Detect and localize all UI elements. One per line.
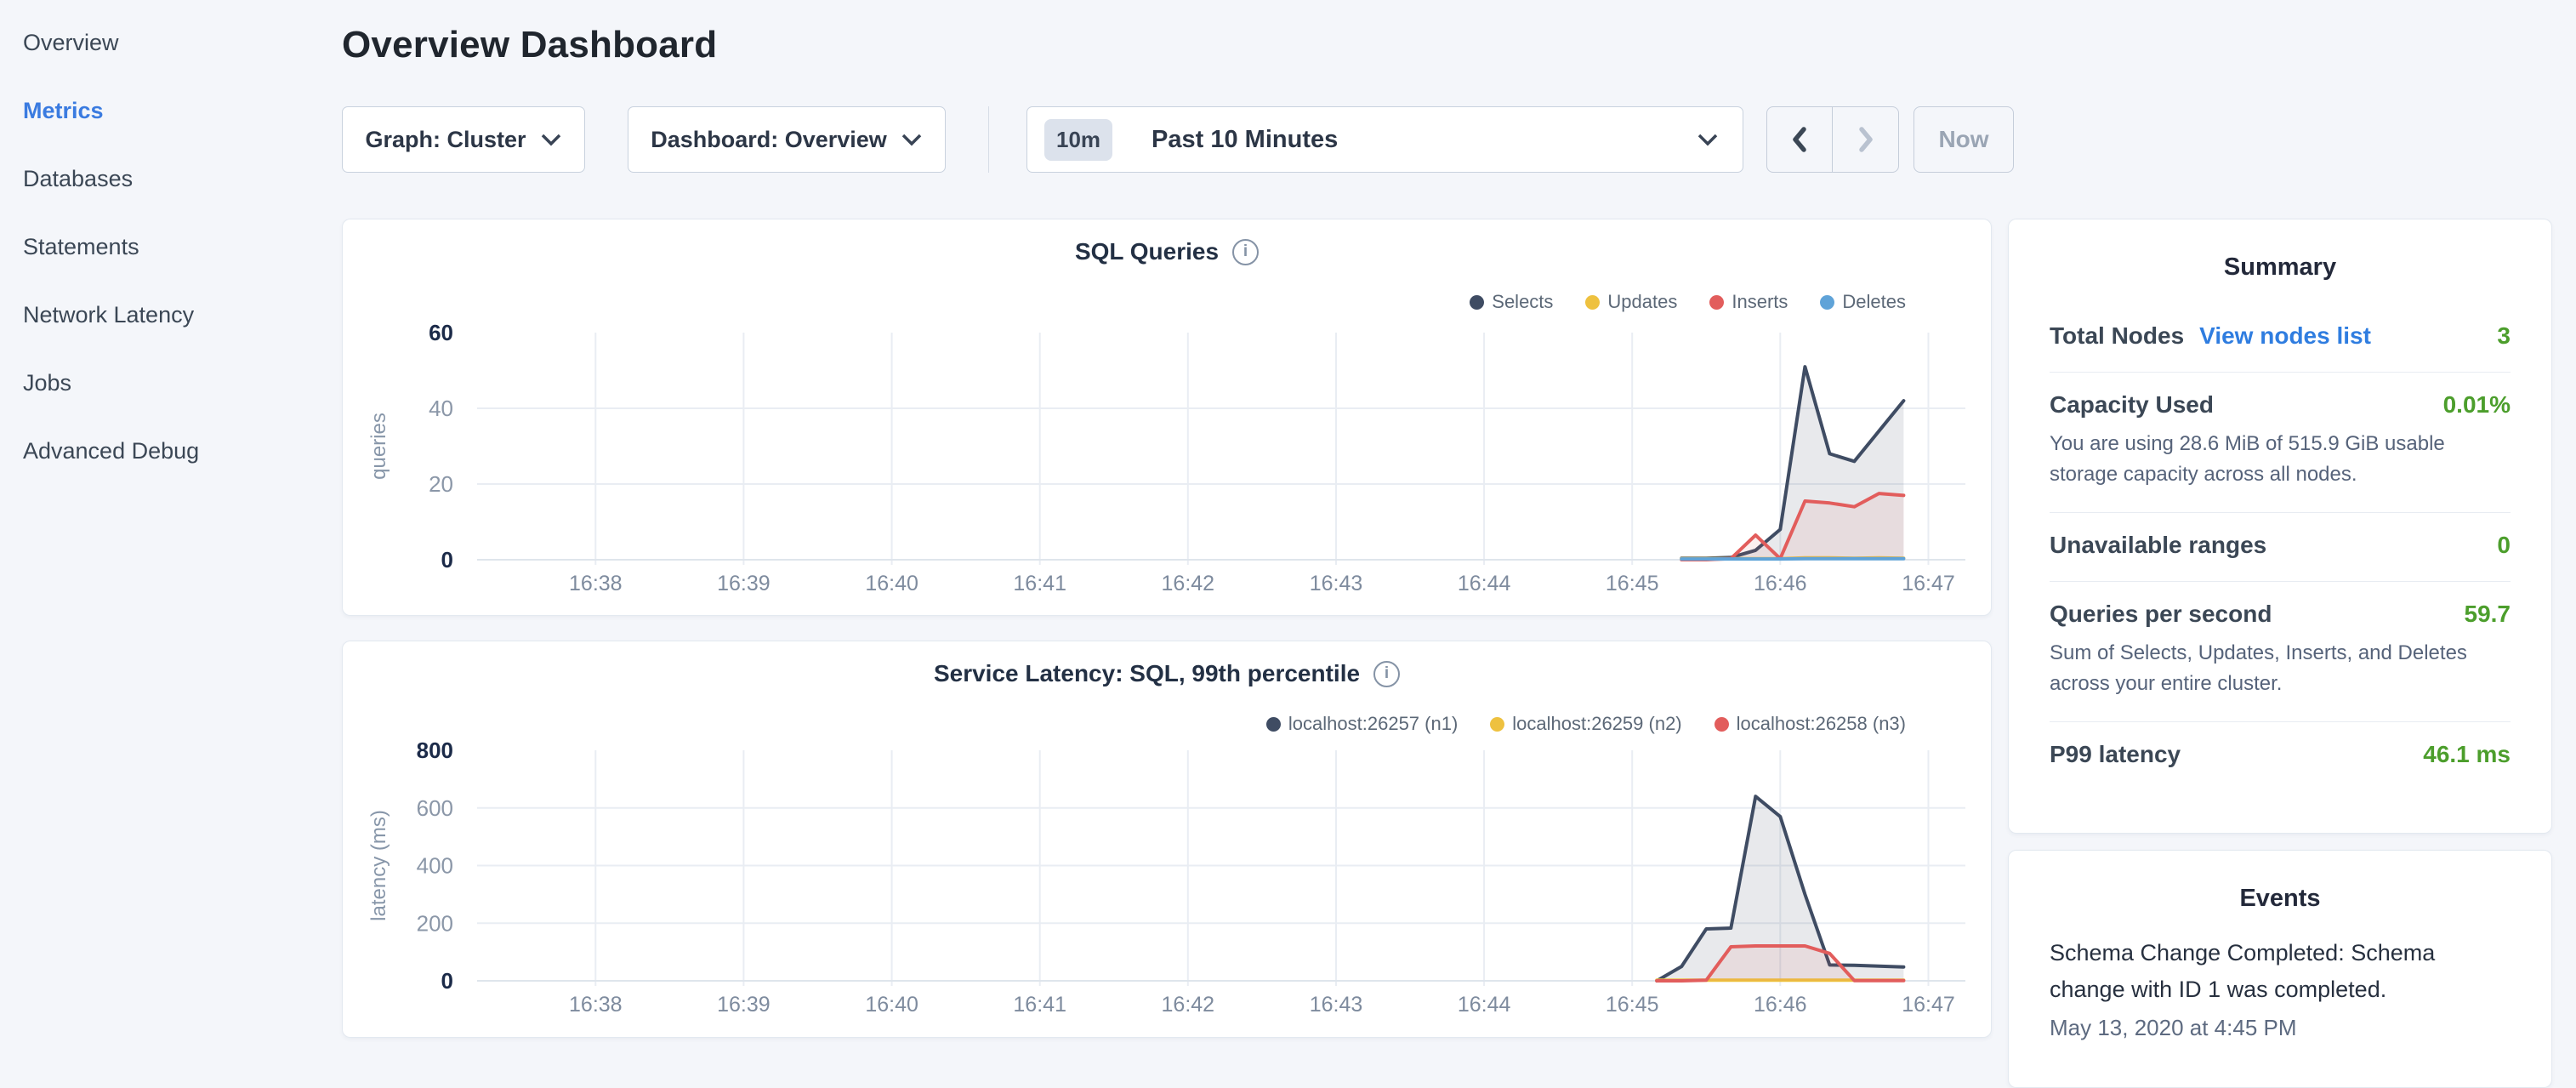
svg-text:800: 800 xyxy=(417,738,453,763)
sql-queries-chart: 16:38 16:39 16:40 16:41 16:42 16:43 16:44 16:45… xyxy=(343,219,1993,617)
summary-label: Unavailable ranges xyxy=(2050,532,2266,559)
svg-text:16:44: 16:44 xyxy=(1458,572,1511,595)
svg-text:16:47: 16:47 xyxy=(1902,993,1955,1017)
graph-scope-dropdown[interactable]: Graph: Cluster xyxy=(342,106,585,173)
summary-label: Total Nodes xyxy=(2050,322,2184,350)
svg-text:16:39: 16:39 xyxy=(717,993,771,1017)
svg-text:16:45: 16:45 xyxy=(1606,993,1659,1017)
svg-text:60: 60 xyxy=(429,320,453,345)
summary-value: 46.1 ms xyxy=(2423,741,2511,768)
svg-text:16:43: 16:43 xyxy=(1310,572,1363,595)
svg-text:16:42: 16:42 xyxy=(1162,993,1215,1017)
svg-text:16:40: 16:40 xyxy=(865,993,918,1017)
summary-row: Capacity Used 0.01% You are using 28.6 MiB… xyxy=(2050,373,2511,513)
summary-description: You are using 28.6 MiB of 515.9 GiB usab… xyxy=(2050,429,2511,490)
chevron-down-icon xyxy=(540,133,562,146)
svg-text:16:40: 16:40 xyxy=(865,572,918,595)
svg-text:20: 20 xyxy=(429,471,453,497)
sql-queries-card: SQL Queries i SelectsUpdatesInsertsDelet… xyxy=(342,219,1992,616)
svg-text:600: 600 xyxy=(417,795,453,821)
chevron-left-icon xyxy=(1793,127,1806,152)
service-latency-chart: 16:38 16:39 16:40 16:41 16:42 16:43 16:44 16:45… xyxy=(343,641,1993,1039)
summary-value: 3 xyxy=(2497,322,2511,350)
svg-text:latency (ms): latency (ms) xyxy=(367,810,390,921)
sidebar-item-metrics[interactable]: Metrics xyxy=(0,77,340,145)
summary-title: Summary xyxy=(2009,219,2551,282)
time-step-buttons xyxy=(1766,106,1899,173)
sidebar-nav: OverviewMetricsDatabasesStatementsNetwor… xyxy=(0,0,340,1051)
chevron-down-icon xyxy=(1697,133,1719,146)
summary-row: Queries per second 59.7 Sum of Selects, Up… xyxy=(2050,582,2511,722)
time-prev-button[interactable] xyxy=(1767,107,1833,172)
event-message[interactable]: Schema Change Completed: Schema change w… xyxy=(2050,935,2511,1008)
svg-text:queries: queries xyxy=(367,413,390,480)
svg-text:16:38: 16:38 xyxy=(569,572,623,595)
events-title: Events xyxy=(2009,851,2551,913)
summary-description: Sum of Selects, Updates, Inserts, and De… xyxy=(2050,638,2511,699)
summary-value: 0 xyxy=(2497,532,2511,559)
svg-text:16:41: 16:41 xyxy=(1013,572,1066,595)
sidebar-item-advanced-debug[interactable]: Advanced Debug xyxy=(0,417,340,485)
chevron-right-icon xyxy=(1859,127,1873,152)
svg-text:16:47: 16:47 xyxy=(1902,572,1955,595)
summary-row: Total Nodes View nodes list 3 xyxy=(2050,304,2511,373)
time-range-badge: 10m xyxy=(1044,119,1112,161)
svg-text:16:45: 16:45 xyxy=(1606,572,1659,595)
page-title: Overview Dashboard xyxy=(342,24,717,66)
svg-text:200: 200 xyxy=(417,910,453,936)
now-button[interactable]: Now xyxy=(1914,106,2014,173)
overview-dashboard-page: { "sidebar": { "items": [ { "label": "Ov… xyxy=(0,0,2576,1051)
svg-text:40: 40 xyxy=(429,396,453,421)
svg-text:16:44: 16:44 xyxy=(1458,993,1511,1017)
svg-text:16:41: 16:41 xyxy=(1013,993,1066,1017)
svg-text:16:42: 16:42 xyxy=(1162,572,1215,595)
svg-text:0: 0 xyxy=(441,547,453,572)
summary-label: P99 latency xyxy=(2050,741,2181,768)
summary-panel: Summary Total Nodes View nodes list 3 Capac… xyxy=(2008,219,2552,834)
event-timestamp: May 13, 2020 at 4:45 PM xyxy=(2050,1015,2511,1041)
sidebar-item-network-latency[interactable]: Network Latency xyxy=(0,281,340,349)
summary-value: 0.01% xyxy=(2443,391,2511,419)
time-range-dropdown[interactable]: 10m Past 10 Minutes xyxy=(1026,106,1743,173)
sidebar-item-databases[interactable]: Databases xyxy=(0,145,340,213)
summary-row: P99 latency 46.1 ms xyxy=(2050,722,2511,790)
svg-text:16:46: 16:46 xyxy=(1754,993,1807,1017)
view-nodes-link[interactable]: View nodes list xyxy=(2199,322,2371,350)
svg-text:16:38: 16:38 xyxy=(569,993,623,1017)
events-panel: Events Schema Change Completed: Schema c… xyxy=(2008,850,2552,1088)
svg-text:16:43: 16:43 xyxy=(1310,993,1363,1017)
sidebar-item-statements[interactable]: Statements xyxy=(0,213,340,281)
service-latency-card: Service Latency: SQL, 99th percentile i … xyxy=(342,641,1992,1038)
time-range-label: Past 10 Minutes xyxy=(1152,126,1338,154)
summary-value: 59.7 xyxy=(2465,601,2511,628)
svg-text:16:39: 16:39 xyxy=(717,572,771,595)
chevron-down-icon xyxy=(901,133,923,146)
sidebar-item-jobs[interactable]: Jobs xyxy=(0,349,340,417)
svg-text:0: 0 xyxy=(441,968,453,994)
controls-divider xyxy=(988,106,989,173)
summary-label: Queries per second xyxy=(2050,601,2272,628)
graph-scope-label: Graph: Cluster xyxy=(365,127,526,153)
time-next-button[interactable] xyxy=(1833,107,1898,172)
summary-label: Capacity Used xyxy=(2050,391,2214,419)
svg-text:400: 400 xyxy=(417,853,453,879)
svg-text:16:46: 16:46 xyxy=(1754,572,1807,595)
sidebar-item-overview[interactable]: Overview xyxy=(0,9,340,77)
summary-row: Unavailable ranges 0 xyxy=(2050,513,2511,582)
dashboard-dropdown[interactable]: Dashboard: Overview xyxy=(628,106,946,173)
dashboard-label: Dashboard: Overview xyxy=(651,127,887,153)
